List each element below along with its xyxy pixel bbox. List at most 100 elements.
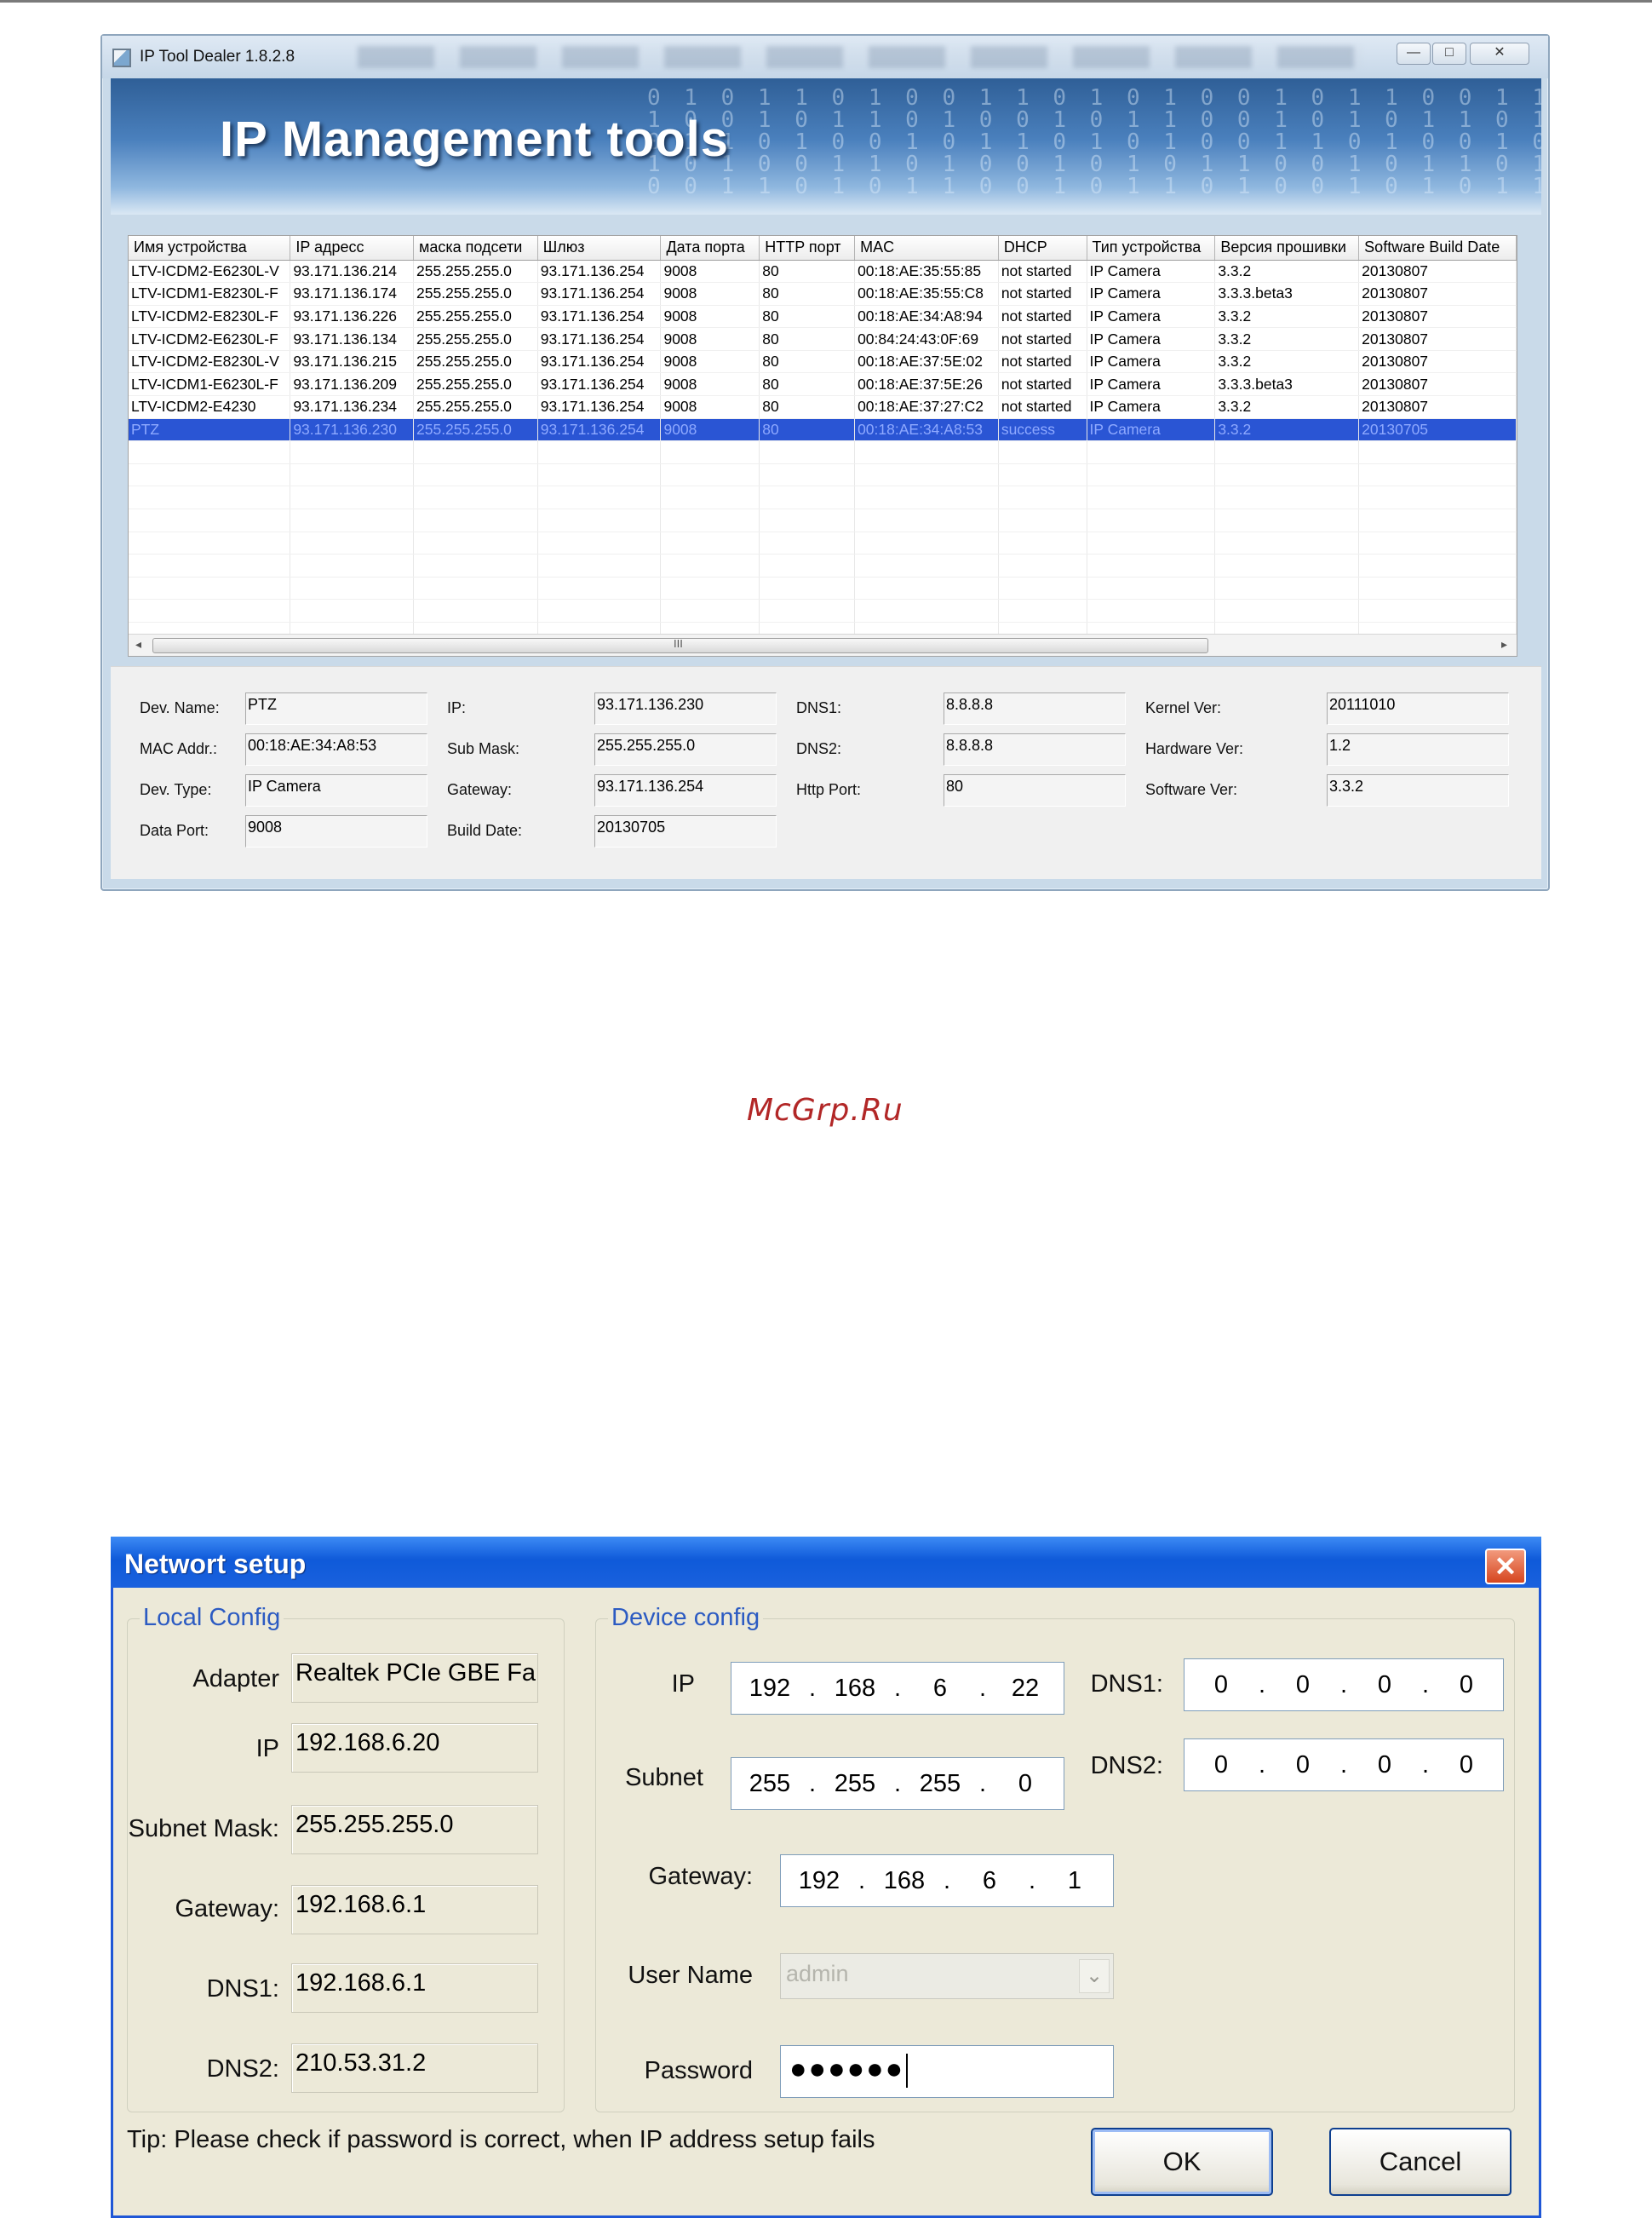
- ip-octet[interactable]: 0: [1266, 1671, 1339, 1699]
- table-cell: LTV-ICDM1-E8230L-F: [129, 282, 291, 306]
- table-cell: [1214, 463, 1360, 487]
- table-cell: [759, 440, 856, 464]
- table-row[interactable]: PTZ 93.171.136.230 255.255.255.0 93.171.136…: [129, 418, 1517, 442]
- local-dns1-label: DNS1:: [206, 1975, 279, 2003]
- scroll-left-icon[interactable]: ◂: [135, 637, 141, 652]
- mac-field[interactable]: 00:18:AE:34:A8:53: [245, 733, 427, 766]
- close-icon[interactable]: ✕: [1485, 1549, 1526, 1584]
- table-cell: IP Camera: [1087, 350, 1216, 374]
- table-row[interactable]: LTV-ICDM2-E6230L-V 93.171.136.214 255.255.…: [129, 260, 1517, 284]
- scroll-right-icon[interactable]: ▸: [1501, 637, 1507, 652]
- device-subnet-input[interactable]: 255. 255. 255. 0: [731, 1757, 1064, 1810]
- dev-type-field[interactable]: IP Camera: [245, 774, 427, 807]
- ip-octet[interactable]: 0: [1430, 1671, 1503, 1699]
- table-cell: 00:18:AE:37:5E:26: [854, 372, 999, 397]
- table-cell: 255.255.255.0: [413, 305, 538, 329]
- ip-octet[interactable]: 168: [817, 1675, 893, 1703]
- maximize-button[interactable]: □: [1432, 43, 1466, 65]
- ip-octet[interactable]: 255: [817, 1770, 893, 1798]
- table-cell: 3.3.2: [1214, 418, 1360, 442]
- ok-button[interactable]: OK: [1091, 2128, 1273, 2196]
- ip-octet[interactable]: 0: [987, 1770, 1064, 1798]
- table-row[interactable]: LTV-ICDM1-E6230L-F 93.171.136.209 255.255.…: [129, 372, 1517, 397]
- kernel-ver-field[interactable]: 20111010: [1327, 692, 1509, 725]
- column-header[interactable]: Дата порта: [660, 236, 760, 261]
- table-row[interactable]: LTV-ICDM2-E8230L-F 93.171.136.226 255.255.…: [129, 305, 1517, 329]
- http-port-field[interactable]: 80: [944, 774, 1126, 807]
- ip-octet[interactable]: 0: [1430, 1751, 1503, 1779]
- ip-octet[interactable]: 0: [1185, 1671, 1258, 1699]
- table-cell: 00:18:AE:34:A8:94: [854, 305, 999, 329]
- build-date-field[interactable]: 20130705: [594, 815, 777, 848]
- ip-octet[interactable]: 6: [951, 1867, 1028, 1895]
- ip-octet[interactable]: 192: [781, 1867, 858, 1895]
- table-row[interactable]: LTV-ICDM2-E8230L-V 93.171.136.215 255.255.…: [129, 350, 1517, 374]
- device-gateway-input[interactable]: 192. 168. 6. 1: [780, 1854, 1114, 1907]
- horizontal-scrollbar[interactable]: ◂ III ▸: [129, 634, 1517, 656]
- table-cell: LTV-ICDM2-E6230L-F: [129, 327, 291, 351]
- dev-name-field[interactable]: PTZ: [245, 692, 427, 725]
- username-select: admin ⌄: [780, 1953, 1114, 1999]
- column-header[interactable]: Тип устройства: [1087, 236, 1216, 261]
- ip-octet[interactable]: 192: [731, 1675, 808, 1703]
- ip-octet[interactable]: 1: [1036, 1867, 1113, 1895]
- device-ip-input[interactable]: 192. 168. 6. 22: [731, 1662, 1064, 1715]
- ip-octet[interactable]: 0: [1185, 1751, 1258, 1779]
- table-cell: not started: [998, 260, 1087, 284]
- sub-mask-field[interactable]: 255.255.255.0: [594, 733, 777, 766]
- close-button[interactable]: ✕: [1470, 43, 1529, 65]
- dialog-title-bar[interactable]: Networt setup ✕: [111, 1537, 1541, 1588]
- column-header[interactable]: маска подсети: [413, 236, 538, 261]
- password-input[interactable]: ●●●●●●: [780, 2045, 1114, 2098]
- column-header[interactable]: Software Build Date: [1358, 236, 1517, 261]
- ip-octet[interactable]: 0: [1266, 1751, 1339, 1779]
- device-dns2-input[interactable]: 0.0.0.0: [1184, 1738, 1504, 1791]
- ip-separator: .: [978, 1674, 987, 1702]
- dns2-field[interactable]: 8.8.8.8: [944, 733, 1126, 766]
- ip-octet[interactable]: 255: [731, 1770, 808, 1798]
- table-cell: [1214, 577, 1360, 601]
- table-cell: [759, 599, 856, 623]
- cancel-button[interactable]: Cancel: [1329, 2128, 1511, 2196]
- device-dns1-input[interactable]: 0.0.0.0: [1184, 1658, 1504, 1711]
- column-header[interactable]: MAC: [854, 236, 999, 261]
- column-header[interactable]: Версия прошивки: [1214, 236, 1360, 261]
- window-title: IP Tool Dealer 1.8.2.8: [140, 48, 295, 66]
- table-row[interactable]: LTV-ICDM1-E8230L-F 93.171.136.174 255.255.…: [129, 282, 1517, 306]
- table-cell: 9008: [660, 305, 760, 329]
- gateway-field[interactable]: 93.171.136.254: [594, 774, 777, 807]
- local-ip-field: 192.168.6.20: [291, 1723, 538, 1773]
- table-cell: IP Camera: [1087, 305, 1216, 329]
- column-header[interactable]: Имя устройства: [129, 236, 291, 261]
- ip-octet[interactable]: 6: [902, 1675, 978, 1703]
- minimize-button[interactable]: —: [1397, 43, 1431, 65]
- ip-octet[interactable]: 22: [987, 1675, 1064, 1703]
- column-header[interactable]: IP адресс: [290, 236, 414, 261]
- software-ver-field[interactable]: 3.3.2: [1327, 774, 1509, 807]
- title-bar[interactable]: IP Tool Dealer 1.8.2.8 — □ ✕: [102, 36, 1548, 78]
- table-row[interactable]: LTV-ICDM2-E6230L-F 93.171.136.134 255.255.…: [129, 327, 1517, 351]
- hardware-ver-field[interactable]: 1.2: [1327, 733, 1509, 766]
- ip-octet[interactable]: 255: [902, 1770, 978, 1798]
- table-row[interactable]: LTV-ICDM2-E4230 93.171.136.234 255.255.255…: [129, 395, 1517, 419]
- username-value: admin: [786, 1961, 849, 1986]
- dns1-field[interactable]: 8.8.8.8: [944, 692, 1126, 725]
- ip-octet[interactable]: 168: [866, 1867, 943, 1895]
- table-cell: [537, 554, 662, 578]
- column-header[interactable]: HTTP порт: [759, 236, 856, 261]
- ip-octet[interactable]: 0: [1348, 1671, 1421, 1699]
- column-header[interactable]: DHCP: [998, 236, 1087, 261]
- ip-octet[interactable]: 0: [1348, 1751, 1421, 1779]
- table-cell: 255.255.255.0: [413, 395, 538, 419]
- table-cell: 255.255.255.0: [413, 372, 538, 397]
- table-cell: [1358, 577, 1517, 601]
- column-header[interactable]: Шлюз: [537, 236, 662, 261]
- table-cell: 9008: [660, 372, 760, 397]
- table-cell: [129, 509, 291, 532]
- ip-separator: .: [808, 1674, 817, 1702]
- table-cell: [1214, 509, 1360, 532]
- ip-field[interactable]: 93.171.136.230: [594, 692, 777, 725]
- table-row: [129, 599, 1517, 623]
- table-cell: [660, 486, 760, 510]
- data-port-field[interactable]: 9008: [245, 815, 427, 848]
